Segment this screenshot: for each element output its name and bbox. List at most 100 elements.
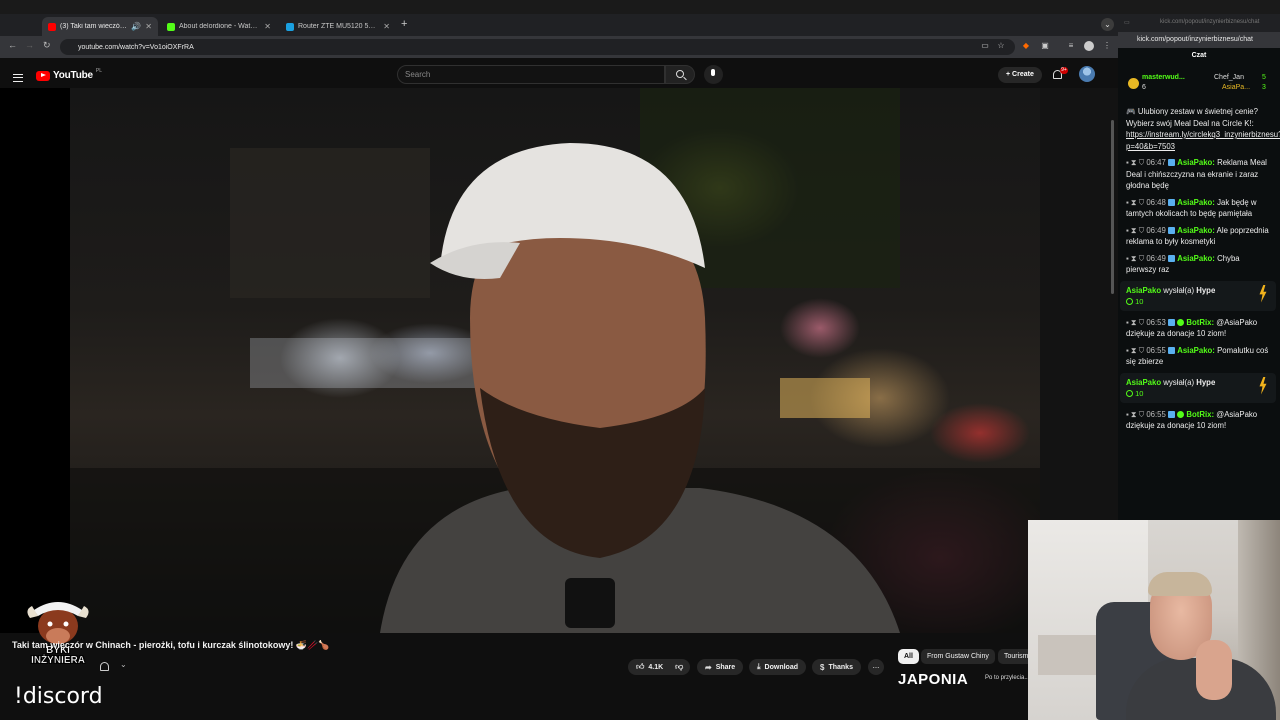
sidebar-toggle-icon[interactable]: ▭ bbox=[1124, 19, 1130, 26]
extension-icon[interactable]: ◆ bbox=[1021, 41, 1031, 51]
profile-icon[interactable] bbox=[1084, 41, 1094, 51]
chip-from-channel[interactable]: From Gustaw Chiny bbox=[921, 649, 995, 664]
more-actions-button[interactable]: ... bbox=[868, 659, 884, 675]
message-username[interactable]: AsiaPako: bbox=[1177, 346, 1215, 355]
thanks-icon: $ bbox=[820, 662, 825, 672]
chat-tab-url: kick.com/popout/inzynierbiznesu/chat bbox=[1160, 19, 1260, 25]
search-input[interactable]: Search bbox=[397, 65, 665, 84]
chat-message: ▪ ⧗ ⛉ 06:49 AsiaPako: Chyba pierwszy raz bbox=[1126, 253, 1270, 276]
download-button[interactable]: ⤓ Download bbox=[749, 659, 806, 675]
chat-heading: Czat bbox=[1191, 52, 1207, 59]
create-button[interactable]: + Create bbox=[998, 67, 1042, 83]
hype-username[interactable]: AsiaPako bbox=[1126, 286, 1161, 295]
recommended-thumbnail-text[interactable]: JAPONIA bbox=[898, 671, 980, 691]
chevron-down-icon[interactable]: ⌄ bbox=[120, 660, 127, 669]
leader-name[interactable]: masterwud... bbox=[1142, 74, 1185, 81]
like-button[interactable]: 👍︎ 4.1K 👎︎ bbox=[628, 659, 690, 675]
youtube-play-icon bbox=[36, 70, 50, 81]
chat-message: ▪ ⧗ ⛉ 06:53 BotRix: @AsiaPako dziękuje z… bbox=[1126, 317, 1270, 340]
message-username[interactable]: BotRix: bbox=[1186, 318, 1214, 327]
page-scrollbar[interactable] bbox=[1111, 120, 1114, 294]
byki-inzyniera-logo: BYKI INŻYNIERA bbox=[24, 596, 92, 674]
tab-strip: (3) Taki tam wieczór w Chi... 🔊 ✕ About … bbox=[0, 14, 1118, 36]
youtube-logo[interactable]: YouTube PL bbox=[36, 67, 103, 81]
share-label: Share bbox=[715, 663, 736, 671]
tab-search-icon[interactable]: ⌄ bbox=[1101, 18, 1114, 31]
badge-icon bbox=[1168, 410, 1176, 418]
account-avatar[interactable] bbox=[1079, 66, 1095, 82]
zte-favicon-icon bbox=[286, 22, 294, 31]
tab-youtube[interactable]: (3) Taki tam wieczór w Chi... 🔊 ✕ bbox=[42, 17, 158, 36]
share-button[interactable]: ➦ Share bbox=[697, 659, 744, 675]
download-label: Download bbox=[764, 663, 798, 671]
video-player[interactable] bbox=[0, 88, 1040, 633]
chat-message: ▪ ⧗ ⛉ 06:55 BotRix: @AsiaPako dziękuje z… bbox=[1126, 409, 1270, 432]
message-username[interactable]: AsiaPako: bbox=[1177, 226, 1215, 235]
close-tab-icon[interactable]: ✕ bbox=[264, 22, 271, 31]
message-time: ▪ ⧗ ⛉ 06:47 bbox=[1126, 158, 1166, 167]
new-tab-icon[interactable]: + bbox=[401, 18, 407, 30]
badge-icon bbox=[1168, 159, 1176, 167]
screen: (3) Taki tam wieczór w Chi... 🔊 ✕ About … bbox=[0, 0, 1280, 720]
message-username[interactable]: AsiaPako: bbox=[1177, 254, 1215, 263]
thanks-button[interactable]: $ Thanks bbox=[812, 659, 861, 675]
close-tab-icon[interactable]: ✕ bbox=[383, 22, 390, 31]
youtube-wordmark: YouTube bbox=[53, 70, 93, 81]
bookmark-star-icon[interactable]: ☆ bbox=[996, 41, 1006, 51]
chat-message: ▪ ⧗ ⛉ 06:55 AsiaPako: Pomalutku coś się … bbox=[1126, 345, 1270, 368]
thumbs-down-icon[interactable]: 👎︎ bbox=[675, 662, 683, 672]
back-icon[interactable]: ← bbox=[8, 40, 17, 50]
forward-icon[interactable]: → bbox=[25, 40, 34, 50]
tab-router[interactable]: Router ZTE MU5120 5G | zte... ✕ bbox=[280, 17, 396, 36]
speaker-icon[interactable]: 🔊 bbox=[131, 22, 141, 31]
chat-address-bar[interactable]: kick.com/popout/inzynierbiznesu/chat bbox=[1118, 32, 1280, 48]
video-title: Taki tam wieczór w Chinach - pierożki, t… bbox=[12, 640, 330, 650]
hype-username[interactable]: AsiaPako bbox=[1126, 378, 1161, 387]
gamepad-icon: 🎮 bbox=[1126, 107, 1136, 116]
message-username[interactable]: AsiaPako: bbox=[1177, 198, 1215, 207]
tab-label: About delordione - Watch Live bbox=[179, 23, 260, 30]
message-time: ▪ ⧗ ⛉ 06:49 bbox=[1126, 225, 1166, 235]
chat-message: ▪ ⧗ ⛉ 06:49 AsiaPako: Ale poprzednia rek… bbox=[1126, 225, 1270, 248]
browser-menu-icon[interactable]: ⋮ bbox=[1102, 41, 1112, 51]
recommended-video-title[interactable]: Po to przylecia... bbox=[985, 675, 1029, 681]
chat-tab-strip: ▭ kick.com/popout/inzynierbiznesu/chat bbox=[1118, 14, 1280, 32]
address-bar[interactable]: youtube.com/watch?v=Vo1oiOXFrRA bbox=[60, 39, 1015, 55]
region-code: PL bbox=[95, 67, 103, 74]
chat-leaderboard: masterwud... 6 Chef_Jan 5 AsiaPa... 3 bbox=[1128, 70, 1276, 100]
webcam-person-hand bbox=[1196, 640, 1232, 700]
message-time: ▪ ⧗ ⛉ 06:55 bbox=[1126, 409, 1166, 419]
voice-search-icon[interactable] bbox=[704, 65, 723, 84]
chip-all[interactable]: All bbox=[898, 649, 919, 664]
message-text: Ulubiony zestaw w świetnej cenie? Wybier… bbox=[1126, 107, 1258, 128]
thanks-label: Thanks bbox=[828, 663, 853, 671]
media-control-icon[interactable]: ≡ bbox=[1066, 41, 1076, 51]
kick-coin-icon bbox=[1126, 390, 1133, 397]
pinned-ad-message: 🎮 Ulubiony zestaw w świetnej cenie? Wybi… bbox=[1126, 106, 1280, 152]
message-time: ▪ ⧗ ⛉ 06:53 bbox=[1126, 317, 1166, 327]
close-tab-icon[interactable]: ✕ bbox=[145, 22, 152, 31]
subscribe-bell-icon[interactable] bbox=[100, 662, 109, 671]
reload-icon[interactable]: ↻ bbox=[43, 40, 51, 51]
hype-amount: 10 bbox=[1135, 389, 1144, 398]
menu-icon[interactable] bbox=[13, 74, 23, 82]
search-button[interactable] bbox=[665, 65, 695, 84]
player-side-area bbox=[1040, 88, 1118, 520]
hype-event: AsiaPako wysłał(a) Hype 10 bbox=[1120, 280, 1276, 311]
badge-icon bbox=[1168, 318, 1176, 326]
leader-name[interactable]: AsiaPa... bbox=[1222, 84, 1250, 91]
message-time: ▪ ⧗ ⛉ 06:55 bbox=[1126, 345, 1166, 355]
tab-kick[interactable]: About delordione - Watch Live ✕ bbox=[161, 17, 277, 36]
extensions-puzzle-icon[interactable]: ▣ bbox=[1040, 41, 1050, 51]
hype-event: AsiaPako wysłał(a) Hype 10 bbox=[1120, 372, 1276, 403]
search-placeholder: Search bbox=[405, 70, 431, 79]
cast-icon[interactable]: ▭ bbox=[980, 41, 990, 51]
message-username[interactable]: AsiaPako: bbox=[1177, 158, 1215, 167]
search-icon bbox=[676, 70, 684, 78]
hype-verb: wysłał(a) bbox=[1163, 377, 1195, 387]
leader-name[interactable]: Chef_Jan bbox=[1214, 74, 1244, 81]
badge-icon bbox=[1168, 346, 1176, 354]
message-username[interactable]: BotRix: bbox=[1186, 410, 1214, 419]
message-link[interactable]: https://instream.ly/circlekq3_inzynierbi… bbox=[1126, 129, 1280, 152]
badge-icon bbox=[1168, 226, 1176, 234]
